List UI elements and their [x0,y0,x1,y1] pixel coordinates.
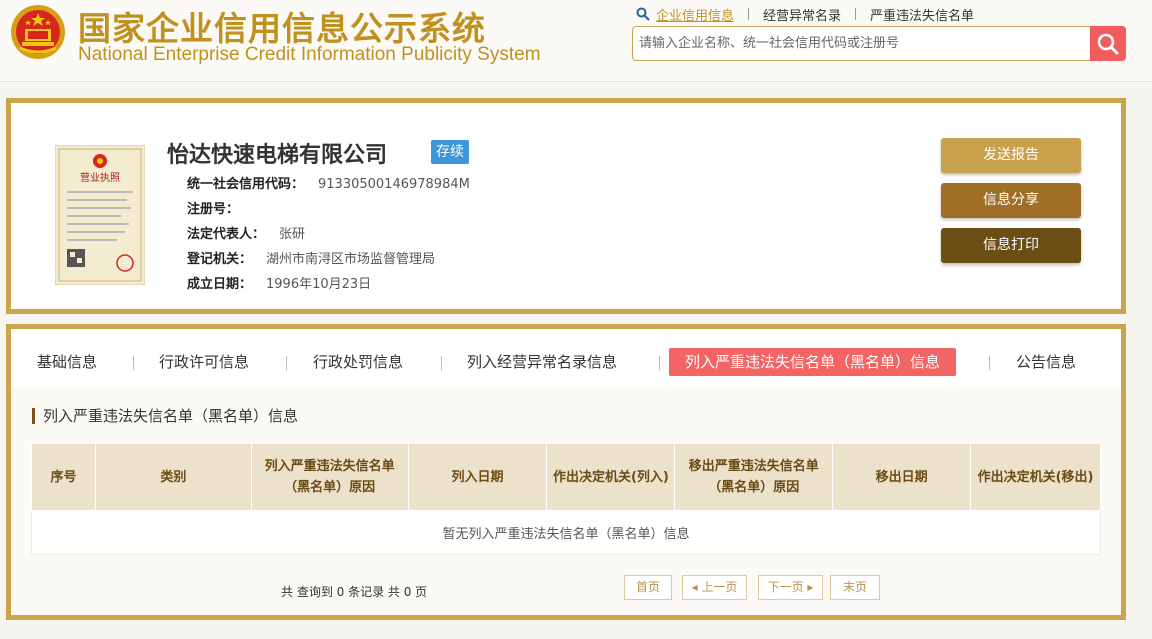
search-input[interactable] [633,27,1089,60]
send-report-button[interactable]: 发送报告 [941,138,1081,173]
info-value: 1996年10月23日 [266,277,372,292]
info-row-establishment-date: 成立日期： 1996年10月23日 [187,273,371,292]
next-page-button[interactable]: 下一页 ▸ [758,575,823,600]
info-label: 登记机关： [187,252,253,267]
license-title: 营业执照 [80,171,120,184]
column-header-removal-date: 移出日期 [832,443,972,511]
tab-serious-violation-blacklist[interactable]: 列入严重违法失信名单（黑名单）信息 [669,348,957,376]
info-row-registration-number: 注册号： [187,198,253,217]
tab-divider [133,356,134,370]
tab-divider [989,356,990,370]
info-label: 注册号： [187,202,240,217]
table-row: 暂无列入严重违法失信名单（黑名单）信息 [31,510,1101,555]
tab-divider [286,356,287,370]
link-abnormal-list[interactable]: 经营异常名录 [763,5,841,24]
column-header-listing-date: 列入日期 [407,443,548,511]
info-value: 张研 [279,227,306,242]
column-header-listing-authority: 作出决定机关(列入) [546,443,676,511]
table-header-row: 序号 类别 列入严重违法失信名单（黑名单）原因 列入日期 作出决定机关(列入) … [31,443,1101,511]
column-header-category: 类别 [94,443,252,511]
info-label: 法定代表人： [187,227,266,242]
result-count: 共 查询到 0 条记录 共 0 页 [281,585,428,599]
section-title: 列入严重违法失信名单（黑名单）信息 [32,408,298,424]
tab-abnormal-operation-list[interactable]: 列入经营异常名录信息 [467,348,617,376]
info-row-legal-representative: 法定代表人： 张研 [187,223,305,242]
tab-divider [441,356,442,370]
search-type-links: 企业信用信息 经营异常名录 严重违法失信名单 [636,5,974,24]
company-summary-panel: 营业执照 怡达快速电梯有限公司 存续 统一社会信用代码： 913305001469… [6,98,1126,314]
site-title-en: National Enterprise Credit Information P… [78,44,541,65]
first-page-button[interactable]: 首页 [624,575,672,600]
business-license-image[interactable]: 营业执照 [55,145,145,285]
info-value: 湖州市南浔区市场监督管理局 [266,252,436,267]
tab-administrative-penalty[interactable]: 行政处罚信息 [313,348,403,376]
column-header-removal-authority: 作出决定机关(移出) [970,443,1101,511]
link-divider [748,8,750,20]
previous-page-button[interactable]: ◂ 上一页 [682,575,747,600]
info-label: 成立日期： [187,277,253,292]
search-icon [636,7,650,21]
status-badge: 存续 [431,140,469,164]
tab-basic-info[interactable]: 基础信息 [37,348,97,376]
tab-bar: 基础信息 行政许可信息 行政处罚信息 列入经营异常名录信息 列入严重违法失信名单… [11,329,1121,387]
tab-announcements[interactable]: 公告信息 [1016,348,1076,376]
caret-left-icon: ◂ [691,580,702,594]
site-header: 国家企业信用信息公示系统 National Enterprise Credit … [0,0,1152,82]
national-emblem-icon [11,5,65,59]
caret-right-icon: ▸ [803,580,814,594]
info-tabs-panel: 基础信息 行政许可信息 行政处罚信息 列入经营异常名录信息 列入严重违法失信名单… [6,324,1126,620]
info-row-credit-code: 统一社会信用代码： 91330500146978984M [187,173,470,192]
empty-table-message: 暂无列入严重违法失信名单（黑名单）信息 [31,510,1101,555]
info-label: 统一社会信用代码： [187,177,305,192]
site-title-cn: 国家企业信用信息公示系统 [78,9,486,48]
tab-divider [659,356,660,370]
column-header-index: 序号 [31,443,96,511]
print-info-button[interactable]: 信息打印 [941,228,1081,263]
info-row-registration-authority: 登记机关： 湖州市南浔区市场监督管理局 [187,248,435,267]
last-page-button[interactable]: 末页 [830,575,880,600]
tab-administrative-license[interactable]: 行政许可信息 [159,348,249,376]
info-value: 91330500146978984M [318,177,470,192]
link-enterprise-credit[interactable]: 企业信用信息 [656,5,734,24]
column-header-listing-reason: 列入严重违法失信名单（黑名单）原因 [250,443,409,511]
search-box [632,26,1126,61]
column-header-removal-reason: 移出严重违法失信名单（黑名单）原因 [674,443,834,511]
share-info-button[interactable]: 信息分享 [941,183,1081,218]
next-page-label: 下一页 [767,580,804,594]
previous-page-label: 上一页 [701,580,738,594]
blacklist-content: 列入严重违法失信名单（黑名单）信息 序号 类别 列入严重违法失信名单（黑名单）原… [11,387,1121,615]
blacklist-table: 序号 类别 列入严重违法失信名单（黑名单）原因 列入日期 作出决定机关(列入) … [31,443,1101,555]
link-serious-violation-list[interactable]: 严重违法失信名单 [870,5,974,24]
company-name: 怡达快速电梯有限公司 [167,143,388,168]
search-icon [1097,33,1119,54]
link-divider [855,8,857,20]
search-button[interactable] [1090,26,1126,61]
